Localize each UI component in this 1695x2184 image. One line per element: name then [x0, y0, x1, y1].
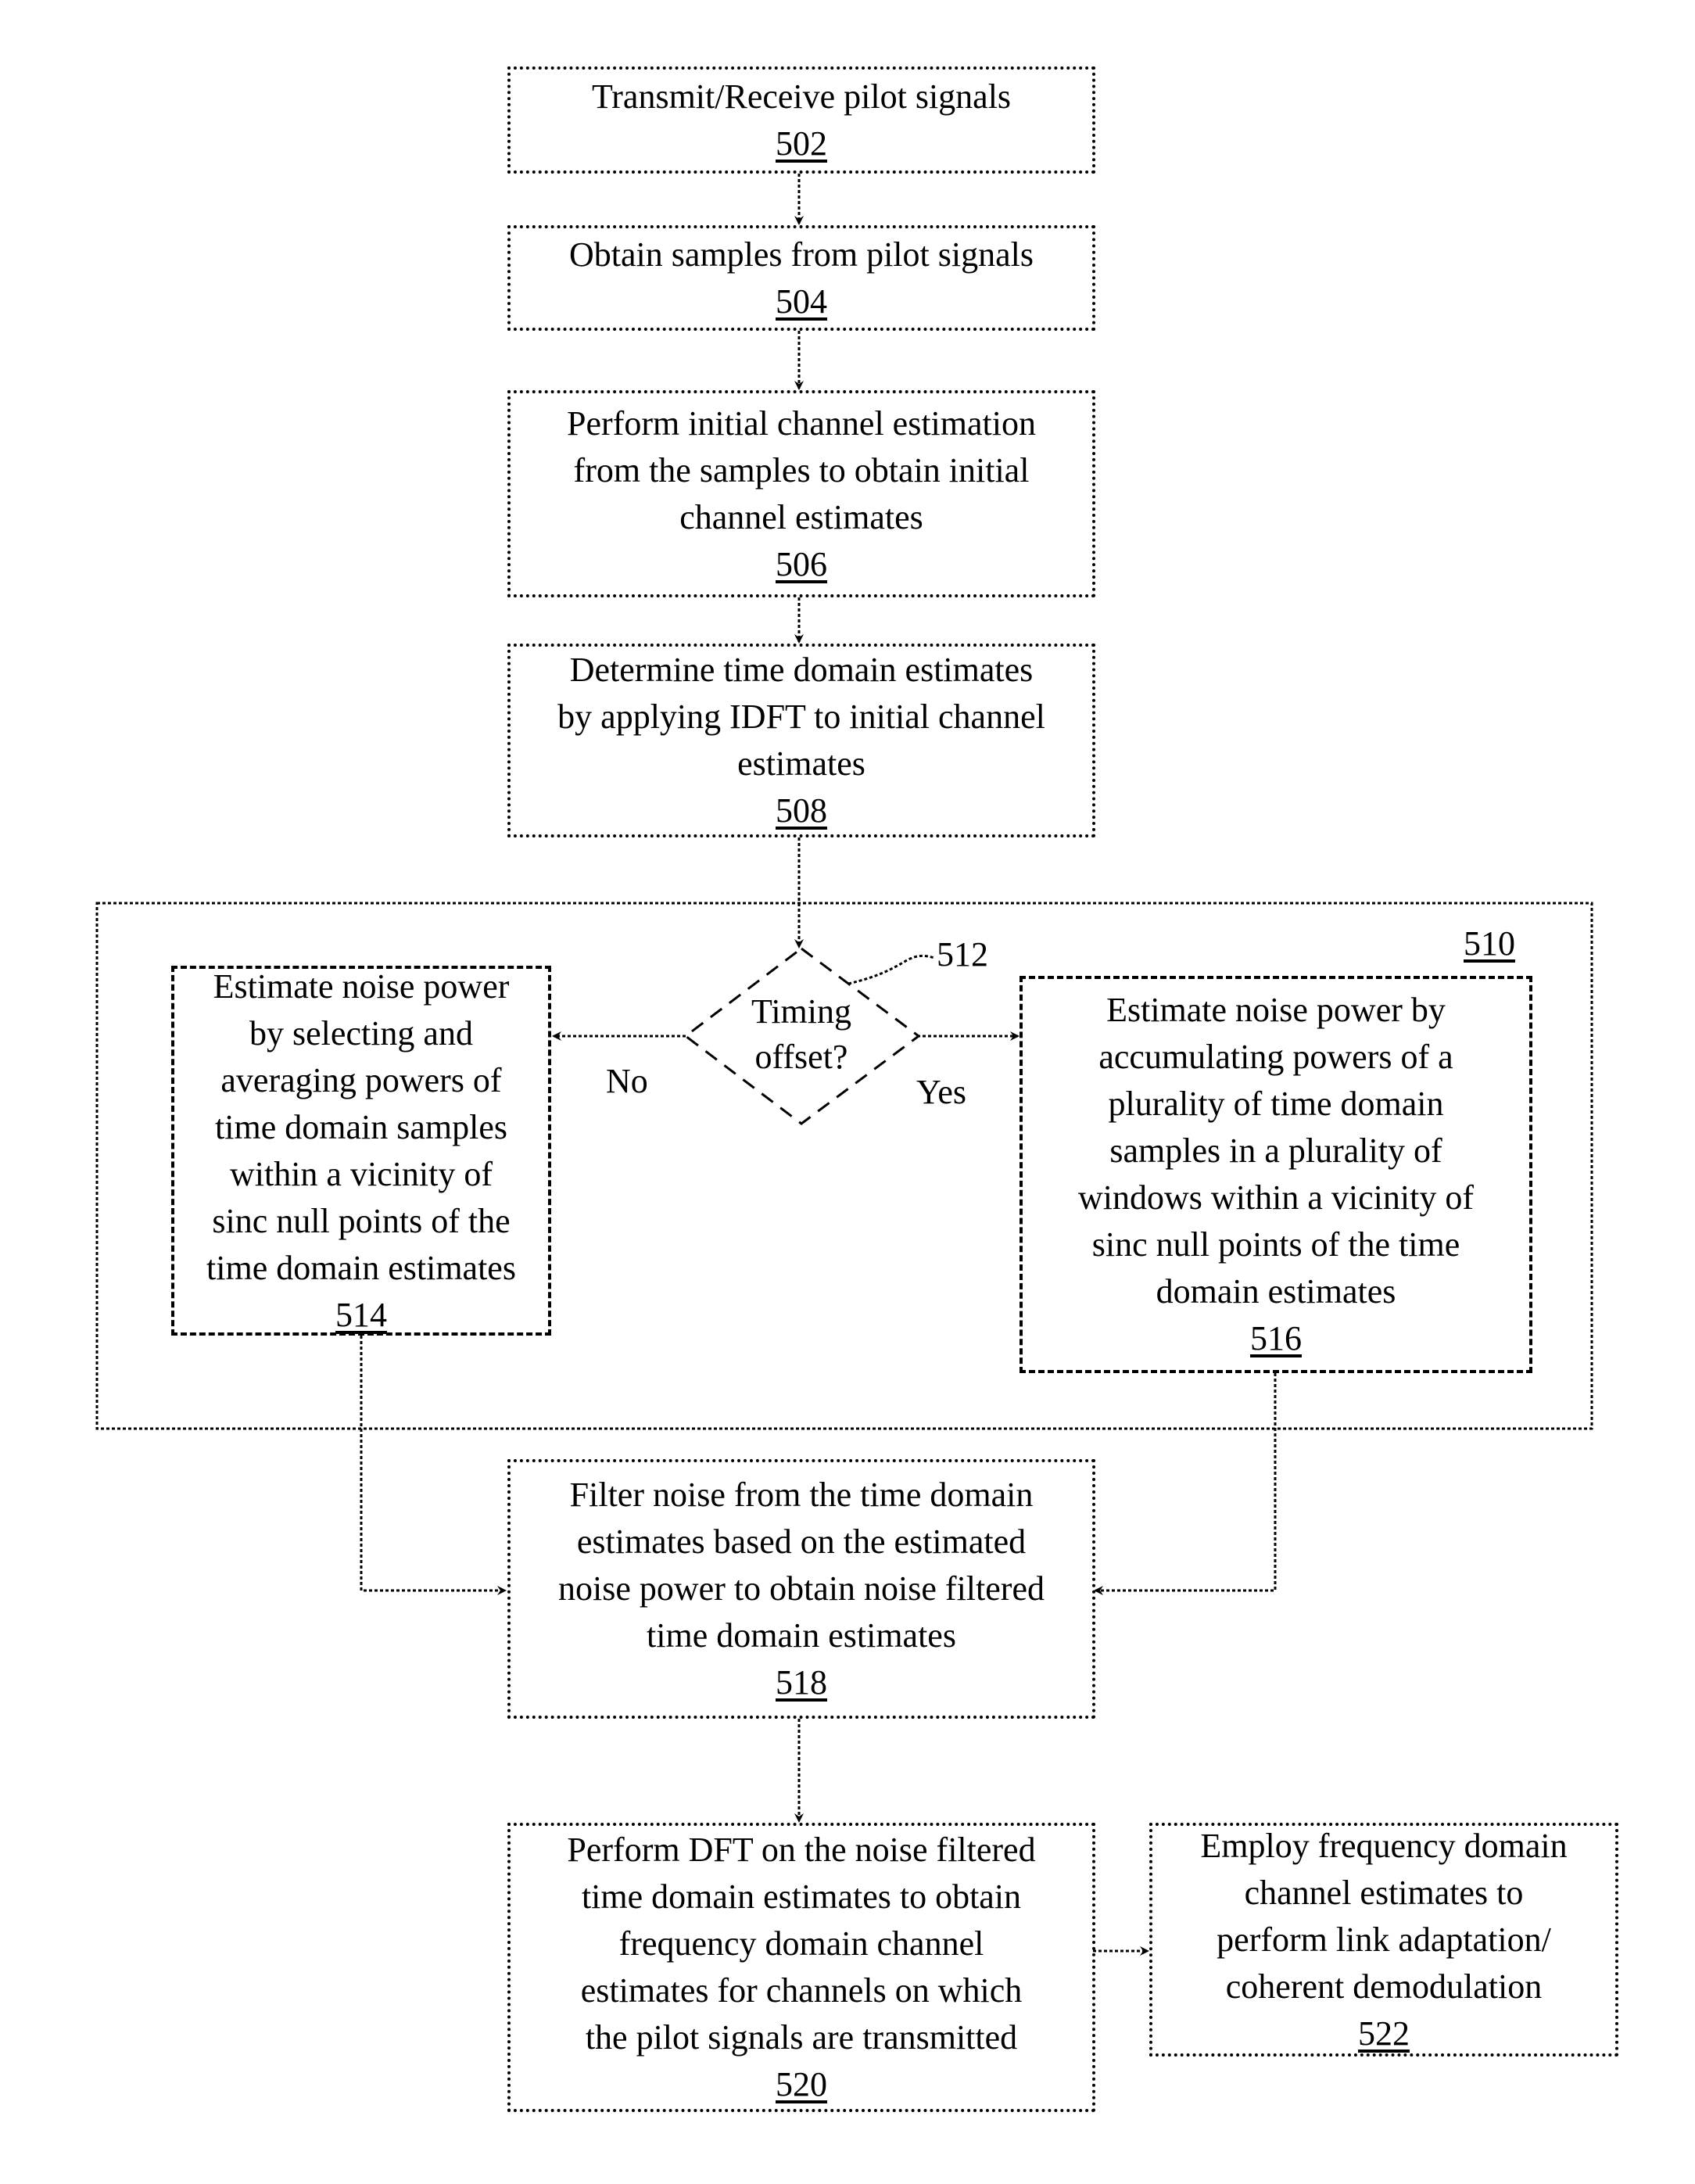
step-516-line: samples in a plurality of	[1109, 1131, 1442, 1170]
step-518-line: estimates based on the estimated	[576, 1522, 1027, 1561]
step-522-line: coherent demodulation	[1225, 1967, 1543, 2006]
step-514-line: within a vicinity of	[229, 1154, 493, 1193]
step-522-line: perform link adaptation/	[1217, 1920, 1551, 1959]
step-508-ref: 508	[776, 791, 827, 830]
step-520-box: Perform DFT on the noise filtered time d…	[507, 1823, 1095, 2112]
step-504-text: Obtain samples from pilot signals	[569, 235, 1034, 274]
step-520-line: estimates for channels on which	[580, 1971, 1023, 2010]
step-508-box: Determine time domain estimates by apply…	[507, 644, 1095, 837]
step-520-line: the pilot signals are transmitted	[585, 2018, 1018, 2057]
step-520-ref: 520	[776, 2065, 827, 2103]
decision-512-ref: 512	[937, 935, 988, 974]
step-516-line: Estimate noise power by	[1106, 991, 1446, 1029]
leader-line-512	[848, 954, 935, 985]
step-516-line: windows within a vicinity of	[1078, 1178, 1474, 1217]
step-516-line: plurality of time domain	[1108, 1085, 1444, 1123]
decision-line: offset?	[754, 1038, 848, 1076]
step-514-ref: 514	[335, 1295, 387, 1334]
step-518-line: time domain estimates	[647, 1616, 956, 1655]
no-branch-label: No	[606, 1062, 648, 1100]
step-514-box: Estimate noise power by selecting and av…	[171, 966, 551, 1336]
arrow-514-518	[360, 1336, 507, 1595]
step-506-line: Perform initial channel estimation	[567, 403, 1036, 443]
step-508-line: by applying IDFT to initial channel	[557, 698, 1045, 736]
step-516-box: Estimate noise power by accumulating pow…	[1020, 976, 1532, 1373]
decision-line: Timing	[751, 992, 851, 1031]
step-514-line: by selecting and	[249, 1013, 473, 1053]
group-510-ref: 510	[1464, 924, 1515, 963]
step-518-line: noise power to obtain noise filtered	[558, 1569, 1045, 1608]
step-506-line: channel estimates	[679, 497, 923, 536]
step-514-line: time domain samples	[215, 1107, 507, 1146]
step-522-box: Employ frequency domain channel estimate…	[1149, 1823, 1618, 2057]
step-520-line: Perform DFT on the noise filtered	[567, 1831, 1036, 1869]
decision-512-text: Timing offset?	[708, 989, 895, 1080]
step-522-line: Employ frequency domain	[1200, 1826, 1568, 1865]
step-506-ref: 506	[776, 544, 827, 583]
step-516-line: sinc null points of the time	[1091, 1225, 1460, 1264]
step-514-line: time domain estimates	[206, 1248, 516, 1287]
step-514-line: Estimate noise power	[213, 966, 510, 1006]
step-518-box: Filter noise from the time domain estima…	[507, 1459, 1095, 1719]
step-504-box: Obtain samples from pilot signals 504	[507, 225, 1095, 331]
step-520-line: frequency domain channel	[618, 1924, 984, 1963]
step-514-line: averaging powers of	[220, 1060, 502, 1099]
step-520-line: time domain estimates to obtain	[581, 1877, 1022, 1916]
step-518-line: Filter noise from the time domain	[569, 1476, 1034, 1514]
yes-branch-label: Yes	[916, 1073, 967, 1111]
step-522-ref: 522	[1358, 2014, 1410, 2053]
arrow-516-518	[1094, 1373, 1277, 1595]
step-506-line: from the samples to obtain initial	[573, 450, 1030, 490]
step-504-ref: 504	[776, 282, 827, 321]
step-516-line: accumulating powers of a	[1098, 1038, 1453, 1076]
step-502-box: Transmit/Receive pilot signals 502	[507, 66, 1095, 174]
step-522-line: channel estimates to	[1244, 1873, 1524, 1912]
step-506-box: Perform initial channel estimation from …	[507, 390, 1095, 597]
step-508-line: Determine time domain estimates	[569, 651, 1034, 689]
step-502-ref: 502	[776, 124, 827, 163]
step-516-ref: 516	[1250, 1319, 1302, 1357]
step-508-line: estimates	[737, 744, 865, 783]
step-518-ref: 518	[776, 1663, 827, 1702]
step-502-text: Transmit/Receive pilot signals	[591, 77, 1012, 116]
step-516-line: domain estimates	[1156, 1272, 1396, 1311]
step-514-line: sinc null points of the	[212, 1201, 511, 1240]
